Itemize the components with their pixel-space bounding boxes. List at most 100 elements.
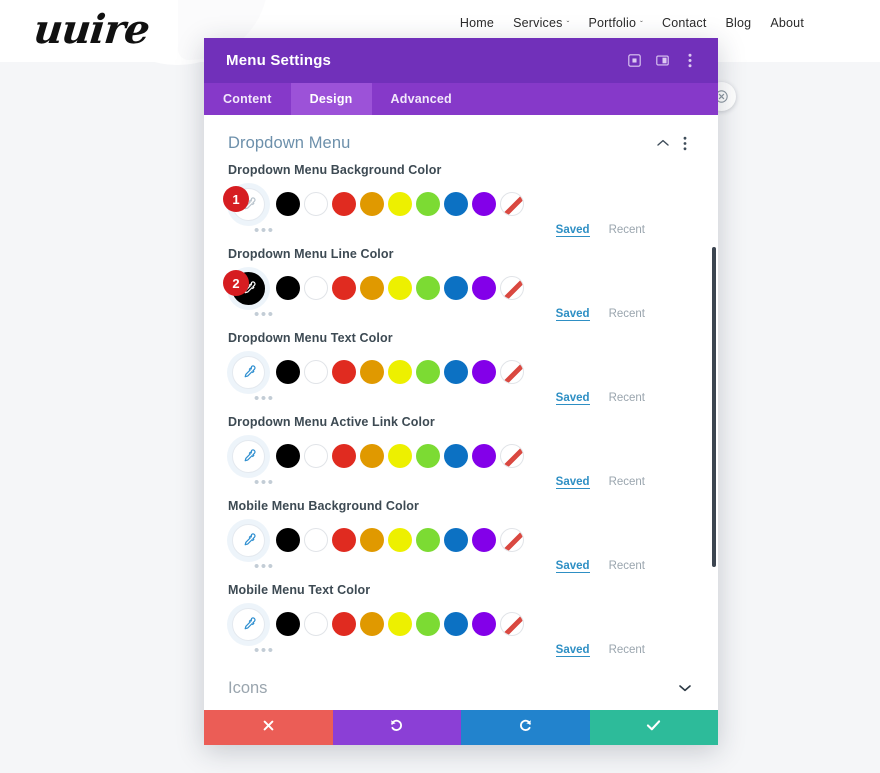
- swatch-red[interactable]: [332, 528, 356, 552]
- swatch-black[interactable]: [276, 612, 300, 636]
- swatch-black[interactable]: [276, 360, 300, 384]
- redo-button[interactable]: [461, 710, 590, 745]
- swatch-purple[interactable]: [472, 360, 496, 384]
- swatch-green[interactable]: [416, 612, 440, 636]
- swatch-red[interactable]: [332, 276, 356, 300]
- swatch-white[interactable]: [304, 612, 328, 636]
- recent-tab[interactable]: Recent: [609, 476, 645, 488]
- tab-design[interactable]: Design: [290, 83, 372, 115]
- swatch-black[interactable]: [276, 528, 300, 552]
- recent-tab[interactable]: Recent: [609, 560, 645, 572]
- swatch-white[interactable]: [304, 528, 328, 552]
- swatch-green[interactable]: [416, 192, 440, 216]
- layout-toggle-icon[interactable]: [648, 48, 676, 74]
- swatch-black[interactable]: [276, 192, 300, 216]
- cancel-button[interactable]: [204, 710, 333, 745]
- swatch-purple[interactable]: [472, 276, 496, 300]
- swatch-blue[interactable]: [444, 612, 468, 636]
- swatch-white[interactable]: [304, 276, 328, 300]
- swatch-yellow[interactable]: [388, 360, 412, 384]
- recent-tab[interactable]: Recent: [609, 308, 645, 320]
- swatch-yellow[interactable]: [388, 276, 412, 300]
- tab-advanced[interactable]: Advanced: [372, 83, 471, 115]
- swatch-black[interactable]: [276, 276, 300, 300]
- nav-item-services[interactable]: Services ˇ: [513, 16, 569, 30]
- swatch-blue[interactable]: [444, 192, 468, 216]
- swatch-purple[interactable]: [472, 444, 496, 468]
- swatch-purple[interactable]: [472, 192, 496, 216]
- recent-tab[interactable]: Recent: [609, 644, 645, 656]
- saved-tab[interactable]: Saved: [555, 224, 590, 237]
- swatch-transparent[interactable]: [500, 276, 524, 300]
- recent-tab[interactable]: Recent: [609, 224, 645, 236]
- swatch-red[interactable]: [332, 192, 356, 216]
- swatch-blue[interactable]: [444, 444, 468, 468]
- swatch-orange[interactable]: [360, 528, 384, 552]
- swatch-orange[interactable]: [360, 276, 384, 300]
- swatch-red[interactable]: [332, 612, 356, 636]
- swatch-yellow[interactable]: [388, 444, 412, 468]
- kebab-menu-icon[interactable]: [676, 48, 704, 74]
- more-options-ellipsis[interactable]: •••: [254, 559, 556, 574]
- swatch-green[interactable]: [416, 528, 440, 552]
- eyedropper-button[interactable]: [231, 355, 265, 389]
- section-kebab-icon[interactable]: [674, 133, 696, 153]
- scrollbar[interactable]: [711, 247, 717, 607]
- saved-tab[interactable]: Saved: [555, 476, 590, 489]
- eyedropper-button[interactable]: [231, 523, 265, 557]
- swatch-red[interactable]: [332, 444, 356, 468]
- saved-tab[interactable]: Saved: [555, 644, 590, 657]
- swatch-green[interactable]: [416, 276, 440, 300]
- swatch-orange[interactable]: [360, 612, 384, 636]
- scrollbar-thumb[interactable]: [712, 247, 716, 567]
- nav-item-about[interactable]: About: [770, 16, 804, 30]
- nav-item-blog[interactable]: Blog: [726, 16, 752, 30]
- swatch-transparent[interactable]: [500, 192, 524, 216]
- save-button[interactable]: [589, 710, 718, 745]
- swatch-transparent[interactable]: [500, 360, 524, 384]
- swatch-red[interactable]: [332, 360, 356, 384]
- saved-tab[interactable]: Saved: [555, 392, 590, 405]
- swatch-black[interactable]: [276, 444, 300, 468]
- recent-tab[interactable]: Recent: [609, 392, 645, 404]
- nav-item-portfolio[interactable]: Portfolio ˇ: [588, 16, 643, 30]
- swatch-row-footer: ••• Saved Recent: [228, 639, 694, 661]
- more-options-ellipsis[interactable]: •••: [254, 391, 556, 406]
- expand-icon[interactable]: [620, 48, 648, 74]
- swatch-transparent[interactable]: [500, 444, 524, 468]
- saved-tab[interactable]: Saved: [555, 308, 590, 321]
- saved-tab[interactable]: Saved: [555, 560, 590, 573]
- eyedropper-button[interactable]: [231, 439, 265, 473]
- swatch-green[interactable]: [416, 360, 440, 384]
- swatch-yellow[interactable]: [388, 192, 412, 216]
- swatch-white[interactable]: [304, 192, 328, 216]
- swatch-yellow[interactable]: [388, 612, 412, 636]
- undo-button[interactable]: [332, 710, 461, 745]
- swatch-blue[interactable]: [444, 276, 468, 300]
- more-options-ellipsis[interactable]: •••: [254, 643, 556, 658]
- swatch-blue[interactable]: [444, 360, 468, 384]
- eyedropper-button[interactable]: [231, 607, 265, 641]
- more-options-ellipsis[interactable]: •••: [254, 475, 556, 490]
- site-logo[interactable]: uuire: [32, 6, 152, 53]
- more-options-ellipsis[interactable]: •••: [254, 307, 556, 322]
- swatch-orange[interactable]: [360, 444, 384, 468]
- swatch-white[interactable]: [304, 360, 328, 384]
- swatch-blue[interactable]: [444, 528, 468, 552]
- swatch-white[interactable]: [304, 444, 328, 468]
- swatch-purple[interactable]: [472, 528, 496, 552]
- tab-content[interactable]: Content: [204, 83, 291, 115]
- section-header-icons[interactable]: Icons: [204, 666, 718, 710]
- swatch-transparent[interactable]: [500, 528, 524, 552]
- chevron-down-icon[interactable]: [674, 678, 696, 698]
- more-options-ellipsis[interactable]: •••: [254, 223, 556, 238]
- swatch-transparent[interactable]: [500, 612, 524, 636]
- nav-item-contact[interactable]: Contact: [662, 16, 706, 30]
- swatch-purple[interactable]: [472, 612, 496, 636]
- swatch-yellow[interactable]: [388, 528, 412, 552]
- swatch-orange[interactable]: [360, 360, 384, 384]
- swatch-green[interactable]: [416, 444, 440, 468]
- chevron-up-icon[interactable]: [652, 133, 674, 153]
- nav-item-home[interactable]: Home: [460, 16, 494, 30]
- swatch-orange[interactable]: [360, 192, 384, 216]
